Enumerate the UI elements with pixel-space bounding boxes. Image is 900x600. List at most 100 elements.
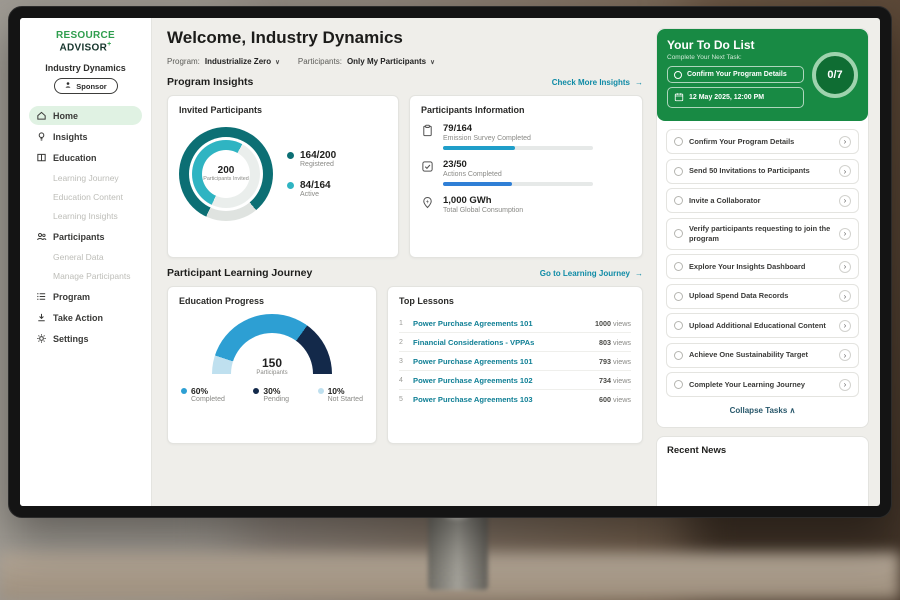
chevron-right-icon[interactable]: › [839,136,851,148]
lesson-views-suffix: views [611,357,631,366]
lesson-row: 4 Power Purchase Agreements 102 734 view… [399,371,631,390]
todo-next-task-due: 12 May 2025, 12:00 PM [667,87,804,108]
gauge-center-label: 150 Participants [212,356,332,376]
sidebar-item-learning-journey[interactable]: Learning Journey [29,169,142,187]
task-label: Upload Spend Data Records [689,291,833,301]
task-label: Achieve One Sustainability Target [689,350,833,360]
legend-value: 30% [263,386,289,396]
legend-value: 164/200 [300,150,336,161]
sidebar-item-home[interactable]: Home [29,106,142,125]
legend-dot [253,388,259,394]
task-checkbox[interactable] [674,137,683,146]
download-arrow-icon [36,312,47,323]
org-name: Industry Dynamics [29,63,142,73]
todo-progress-ring: 0/7 [812,52,858,98]
chevron-right-icon[interactable]: › [839,165,851,177]
list-icon [36,291,47,302]
sidebar-item-education[interactable]: Education [29,148,142,167]
sidebar-item-participants[interactable]: Participants [29,227,142,246]
sidebar-item-education-content[interactable]: Education Content [29,188,142,206]
chevron-right-icon[interactable]: › [839,228,851,240]
task-row[interactable]: Invite a Collaborator › [666,188,859,213]
lesson-link[interactable]: Power Purchase Agreements 101 [413,319,589,328]
education-progress-gauge-chart: 150 Participants [212,314,332,376]
lesson-rank: 2 [399,339,407,346]
task-checkbox[interactable] [674,71,682,79]
filter-bar: Program: Industrialize Zero ∨ Participan… [167,57,643,66]
card-title: Top Lessons [399,296,631,306]
task-label: Upload Additional Educational Content [689,321,833,331]
task-checkbox[interactable] [674,292,683,301]
legend-value: 84/164 [300,180,331,191]
task-row[interactable]: Complete Your Learning Journey › [666,372,859,397]
check-more-insights-link[interactable]: Check More Insights → [552,78,643,87]
sidebar-subitem-label: Manage Participants [53,271,131,281]
stat-value: 1,000 GWh [443,195,523,206]
program-select[interactable]: Industrialize Zero ∨ [205,57,280,66]
todo-next-task[interactable]: Confirm Your Program Details [667,66,804,83]
go-to-learning-journey-link[interactable]: Go to Learning Journey → [540,269,643,278]
task-checkbox[interactable] [674,321,683,330]
chevron-right-icon[interactable]: › [839,290,851,302]
task-checkbox[interactable] [674,196,683,205]
sidebar-item-label: Participants [53,232,105,242]
lesson-link[interactable]: Power Purchase Agreements 101 [413,357,593,366]
chevron-right-icon[interactable]: › [839,349,851,361]
lesson-views-count: 600 [599,395,611,404]
chevron-right-icon[interactable]: › [839,195,851,207]
lesson-link[interactable]: Power Purchase Agreements 102 [413,376,593,385]
collapse-tasks-button[interactable]: Collapse Tasks ∧ [666,402,859,423]
sidebar-item-learning-insights[interactable]: Learning Insights [29,207,142,225]
legend-dot [287,152,294,159]
sponsor-badge-label: Sponsor [76,82,106,91]
task-row[interactable]: Send 50 Invitations to Participants › [666,159,859,184]
sidebar-subitem-label: Education Content [53,192,123,202]
legend-label: Pending [263,396,289,403]
todo-header: Your To Do List Complete Your Next Task:… [657,29,868,121]
task-checkbox[interactable] [674,262,683,271]
task-checkbox[interactable] [674,380,683,389]
stat-actions-completed: 23/50 Actions Completed [421,159,631,186]
main-content: Welcome, Industry Dynamics Program: Indu… [152,18,656,506]
chevron-right-icon[interactable]: › [839,320,851,332]
sidebar-item-settings[interactable]: Settings [29,329,142,348]
task-row[interactable]: Achieve One Sustainability Target › [666,343,859,368]
task-row[interactable]: Confirm Your Program Details › [666,129,859,154]
progress-bar-fill [443,182,512,186]
task-checkbox[interactable] [674,351,683,360]
lesson-rank: 1 [399,320,407,327]
gear-icon [36,333,47,344]
sponsor-badge[interactable]: Sponsor [54,78,118,94]
task-row[interactable]: Explore Your Insights Dashboard › [666,254,859,279]
task-label: Invite a Collaborator [689,196,833,206]
sidebar-item-insights[interactable]: Insights [29,127,142,146]
chevron-right-icon[interactable]: › [839,261,851,273]
chevron-right-icon[interactable]: › [839,379,851,391]
sidebar-item-label: Take Action [53,313,103,323]
card-title: Education Progress [179,296,365,306]
sidebar-item-label: Home [53,111,78,121]
lesson-link[interactable]: Financial Considerations - VPPAs [413,338,593,347]
task-row[interactable]: Upload Spend Data Records › [666,284,859,309]
card-title: Invited Participants [179,105,387,115]
check-square-icon [421,159,435,186]
sidebar: RESOURCE ADVISOR+ Industry Dynamics Spon… [20,18,152,506]
legend-item-active: 84/164 Active [287,180,336,198]
stat-value: 79/164 [443,123,593,134]
legend-label: Registered [300,161,336,168]
gauge-legend: 60% Completed 30% Pending [179,386,365,403]
lesson-rank: 4 [399,377,407,384]
sidebar-item-program[interactable]: Program [29,287,142,306]
task-row[interactable]: Verify participants requesting to join t… [666,218,859,250]
sidebar-item-manage-participants[interactable]: Manage Participants [29,267,142,285]
lesson-row: 5 Power Purchase Agreements 103 600 view… [399,390,631,408]
sidebar-item-take-action[interactable]: Take Action [29,308,142,327]
task-checkbox[interactable] [674,167,683,176]
task-row[interactable]: Upload Additional Educational Content › [666,313,859,338]
gauge-center-value: 150 [212,356,332,370]
task-checkbox[interactable] [674,229,683,238]
lesson-link[interactable]: Power Purchase Agreements 103 [413,395,593,404]
participants-select[interactable]: Only My Participants ∨ [347,57,435,66]
todo-progress-value: 0/7 [827,69,842,81]
sidebar-item-general-data[interactable]: General Data [29,248,142,266]
